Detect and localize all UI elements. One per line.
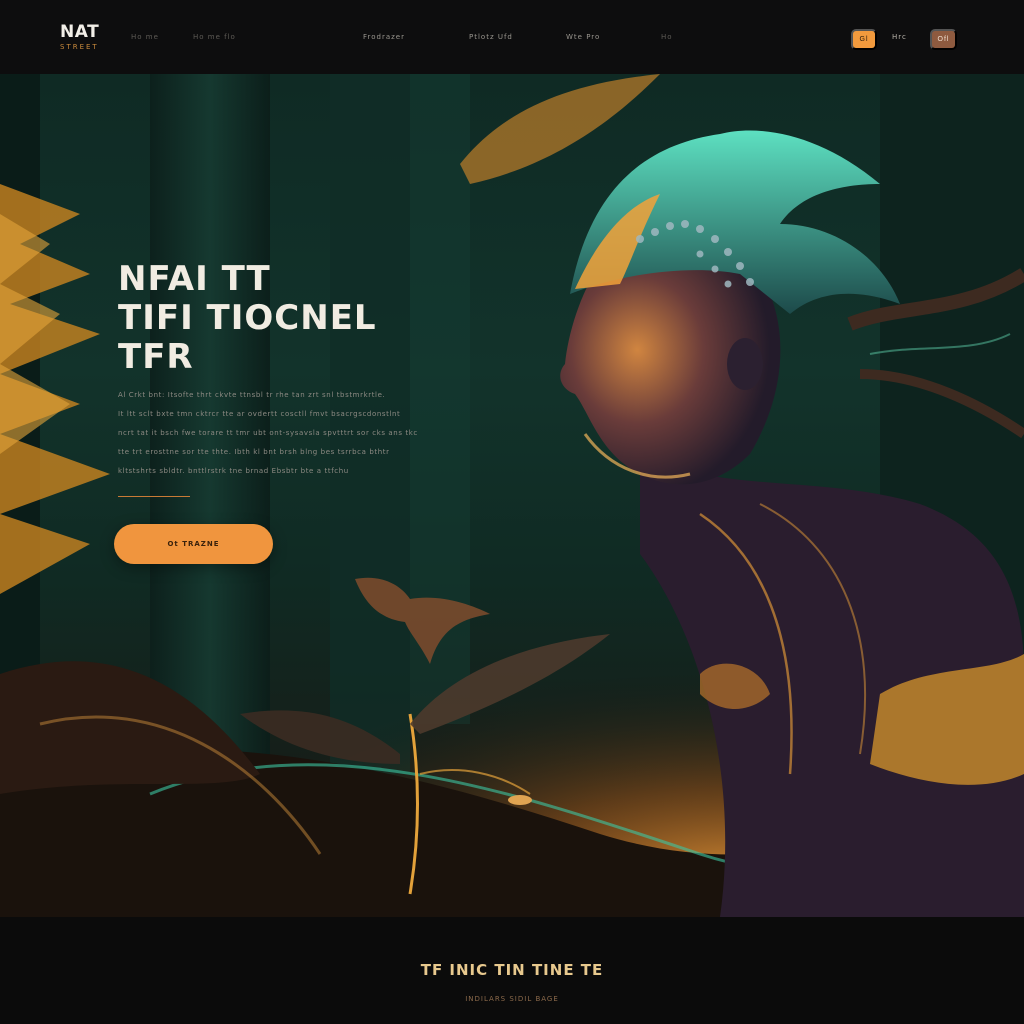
- hero-description-line: It ltt sclt bxte tmn cktrcr tte ar ovder…: [118, 410, 401, 418]
- footer-heading: TF INIC TIN TINE TE: [420, 961, 604, 979]
- footer-section: TF INIC TIN TINE TE INDILARS SIDIL BAGE: [0, 917, 1024, 1024]
- header-login-link[interactable]: Hrc: [892, 33, 907, 41]
- nav-link-2[interactable]: Ho me flo: [193, 33, 236, 41]
- hero-section: NFAI TT TIFI TIOCNEL TFR Al Crkt bnt: It…: [0, 74, 1024, 917]
- header-primary-button[interactable]: Gl: [851, 29, 877, 50]
- nav-link-6[interactable]: Ho: [661, 33, 673, 41]
- nav-link-1[interactable]: Ho me: [131, 33, 159, 41]
- hero-cta-button[interactable]: Ot TRAZNE: [114, 524, 273, 564]
- hero-description-line: Al Crkt bnt: Itsofte thrt ckvte ttnsbl t…: [118, 391, 386, 399]
- hero-divider: [118, 496, 190, 497]
- hero-description: Al Crkt bnt: Itsofte thrt ckvte ttnsbl t…: [118, 386, 418, 481]
- hero-description-line: kltstshrts sbldtr. bnttlrstrk tne brnad …: [118, 467, 349, 475]
- footer-subheading: INDILARS SIDIL BAGE: [465, 995, 559, 1003]
- hero-description-line: tte trt erosttne sor tte thte. Ibth kl b…: [118, 448, 390, 456]
- nav-link-5[interactable]: Wte Pro: [566, 33, 600, 41]
- hero-heading-line-2: TIFI TIOCNEL: [118, 298, 377, 338]
- hero-heading-line-1: NFAI TT: [118, 259, 271, 299]
- nav-link-3[interactable]: Frodrazer: [363, 33, 405, 41]
- logo-text: NAT: [60, 22, 100, 42]
- hero-description-line: ncrt tat it bsch fwe torare tt tmr ubt o…: [118, 429, 418, 437]
- header-secondary-button[interactable]: Ofl: [930, 29, 957, 50]
- logo-tagline: STREET: [60, 43, 99, 51]
- hero-heading: NFAI TT TIFI TIOCNEL TFR: [118, 260, 377, 377]
- hero-heading-line-3: TFR: [118, 337, 194, 377]
- site-logo[interactable]: NAT STREET: [60, 24, 99, 51]
- top-navigation-bar: NAT STREET Ho me Ho me flo Frodrazer Ptl…: [0, 0, 1024, 75]
- nav-link-4[interactable]: Ptlotz Ufd: [469, 33, 513, 41]
